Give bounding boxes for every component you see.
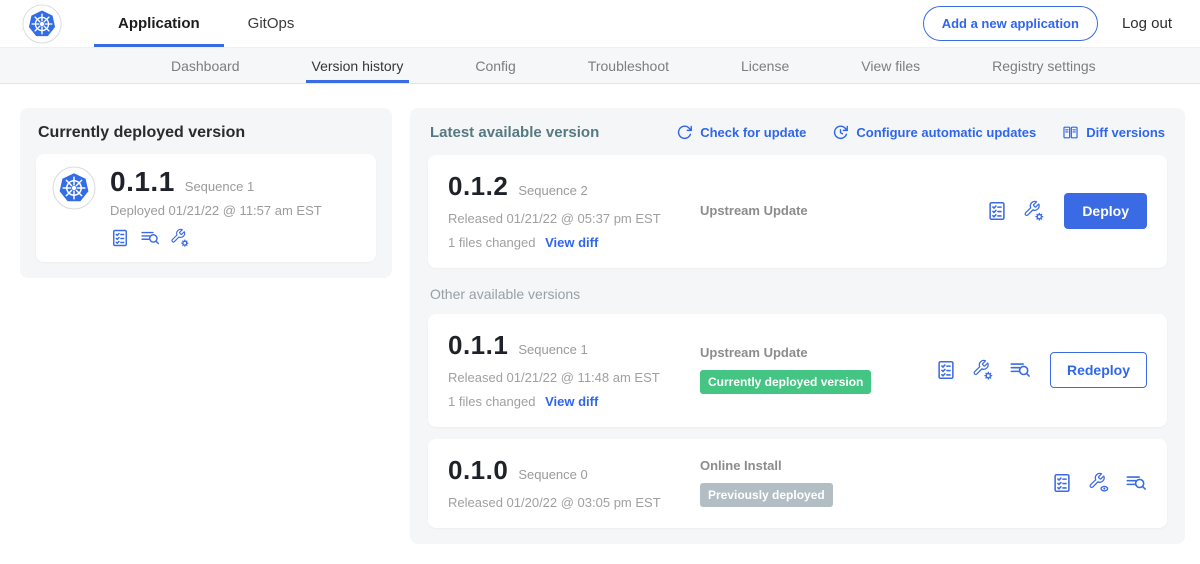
diff-versions-link[interactable]: Diff versions — [1062, 124, 1165, 141]
config-icon[interactable] — [1023, 200, 1045, 222]
top-tabs: Application GitOps — [94, 0, 318, 47]
currently-deployed-badge: Currently deployed version — [700, 370, 871, 394]
currently-deployed-title: Currently deployed version — [38, 124, 376, 142]
deploy-button[interactable]: Deploy — [1064, 193, 1147, 229]
deployed-version-number: 0.1.1 — [110, 166, 175, 198]
diff-versions-label: Diff versions — [1086, 125, 1165, 140]
header-right: Add a new application Log out — [923, 6, 1200, 41]
check-for-update-label: Check for update — [700, 125, 806, 140]
preflight-checks-icon[interactable] — [986, 200, 1008, 222]
deployed-timestamp: Deployed 01/21/22 @ 11:57 am EST — [110, 203, 322, 218]
version-card-0-1-0: 0.1.0 Sequence 0 Released 01/20/22 @ 03:… — [428, 439, 1167, 528]
files-changed-label: 1 files changed — [448, 394, 535, 409]
auto-update-clock-icon — [832, 124, 849, 141]
add-application-button[interactable]: Add a new application — [923, 6, 1098, 41]
preflight-checks-icon[interactable] — [935, 359, 957, 381]
sequence-label: Sequence 0 — [518, 467, 587, 482]
check-for-update-link[interactable]: Check for update — [676, 124, 806, 141]
redeploy-button[interactable]: Redeploy — [1050, 352, 1147, 388]
configure-automatic-updates-link[interactable]: Configure automatic updates — [832, 124, 1036, 141]
sequence-label: Sequence 1 — [518, 342, 587, 357]
deploy-logs-icon[interactable] — [140, 228, 160, 248]
other-versions-title: Other available versions — [430, 286, 1165, 302]
version-number: 0.1.2 — [448, 171, 508, 202]
main-content: Currently deployed version 0.1.1 Sequenc… — [0, 84, 1200, 544]
config-icon[interactable] — [170, 228, 190, 248]
preflight-checks-icon[interactable] — [1051, 472, 1073, 494]
released-timestamp: Released 01/20/22 @ 03:05 pm EST — [448, 495, 700, 510]
app-icon — [52, 166, 96, 210]
subnav-item-troubleshoot[interactable]: Troubleshoot — [582, 48, 675, 83]
app-subnav: Dashboard Version history Config Trouble… — [0, 47, 1200, 84]
version-source-label: Upstream Update — [700, 345, 935, 360]
logout-button[interactable]: Log out — [1122, 15, 1172, 32]
tab-gitops[interactable]: GitOps — [224, 0, 319, 47]
version-number: 0.1.0 — [448, 455, 508, 486]
version-card-0-1-1: 0.1.1 Sequence 1 Released 01/21/22 @ 11:… — [428, 314, 1167, 427]
deploy-logs-icon[interactable] — [1125, 472, 1147, 494]
refresh-icon — [676, 124, 693, 141]
subnav-item-view-files[interactable]: View files — [855, 48, 926, 83]
subnav-item-config[interactable]: Config — [469, 48, 521, 83]
previously-deployed-badge: Previously deployed — [700, 483, 833, 507]
kubernetes-logo-icon — [22, 4, 62, 44]
configure-automatic-updates-label: Configure automatic updates — [856, 125, 1036, 140]
available-versions-panel: Latest available version Check for updat… — [410, 108, 1185, 544]
tab-application[interactable]: Application — [94, 0, 224, 47]
diff-icon — [1062, 124, 1079, 141]
deploy-logs-icon[interactable] — [1009, 359, 1031, 381]
deployed-sequence-label: Sequence 1 — [185, 179, 254, 194]
view-diff-link[interactable]: View diff — [545, 235, 598, 250]
view-diff-link[interactable]: View diff — [545, 394, 598, 409]
files-changed-label: 1 files changed — [448, 235, 535, 250]
subnav-item-dashboard[interactable]: Dashboard — [165, 48, 246, 83]
subnav-item-version-history[interactable]: Version history — [306, 48, 410, 83]
version-source-label: Upstream Update — [700, 203, 986, 218]
version-card-0-1-2: 0.1.2 Sequence 2 Released 01/21/22 @ 05:… — [428, 155, 1167, 268]
preflight-checks-icon[interactable] — [110, 228, 130, 248]
version-number: 0.1.1 — [448, 330, 508, 361]
version-source-label: Online Install — [700, 458, 1051, 473]
subnav-item-license[interactable]: License — [735, 48, 795, 83]
config-view-icon[interactable] — [1088, 472, 1110, 494]
deployed-version-card: 0.1.1 Sequence 1 Deployed 01/21/22 @ 11:… — [36, 154, 376, 262]
app-header: Application GitOps Add a new application… — [0, 0, 1200, 47]
latest-available-title: Latest available version — [430, 124, 599, 141]
currently-deployed-panel: Currently deployed version 0.1.1 Sequenc… — [20, 108, 392, 278]
sequence-label: Sequence 2 — [518, 183, 587, 198]
config-icon[interactable] — [972, 359, 994, 381]
released-timestamp: Released 01/21/22 @ 11:48 am EST — [448, 370, 700, 385]
released-timestamp: Released 01/21/22 @ 05:37 pm EST — [448, 211, 700, 226]
subnav-item-registry-settings[interactable]: Registry settings — [986, 48, 1101, 83]
